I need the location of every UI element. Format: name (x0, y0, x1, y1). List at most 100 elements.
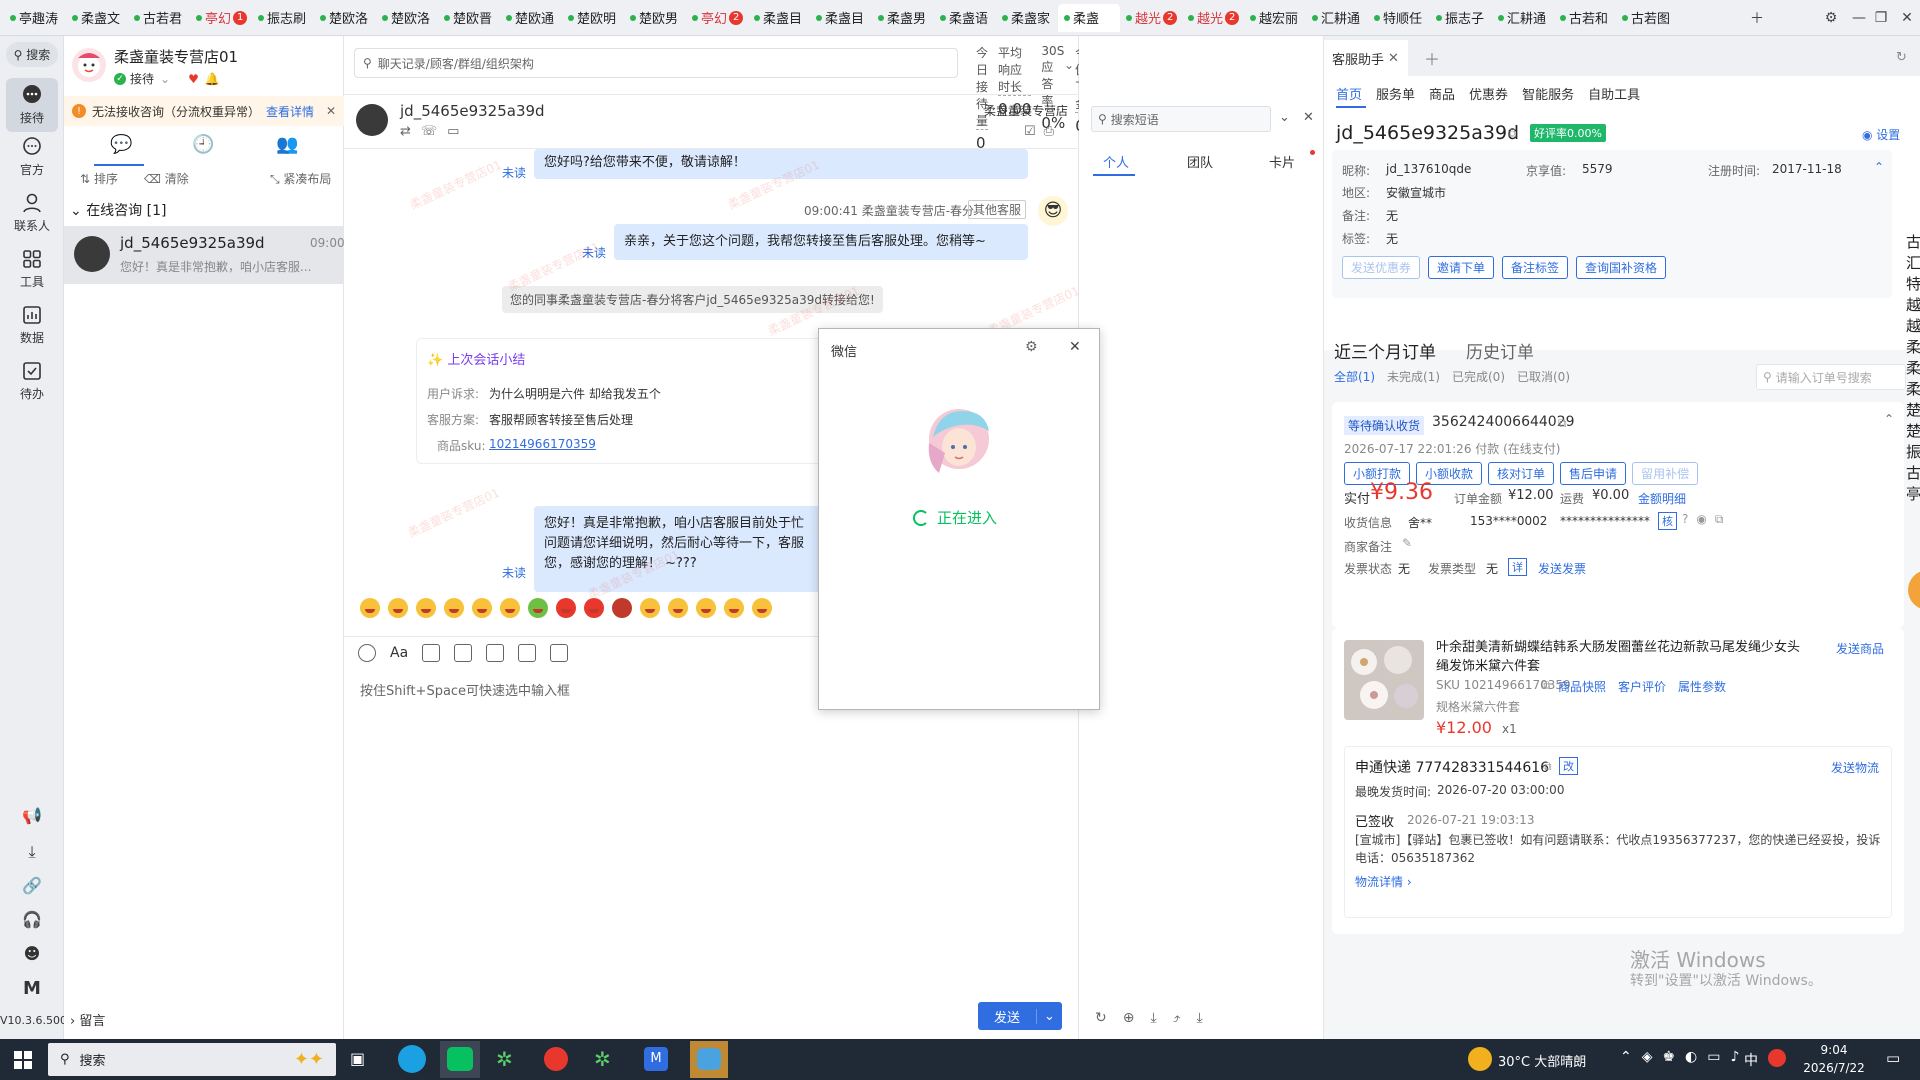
rail-official[interactable]: 官方 (6, 136, 58, 178)
tray-icons[interactable]: ⌃◈♚◐▭♪ (1620, 1049, 1749, 1065)
download-icon[interactable]: ⤓ (6, 842, 58, 862)
compact-layout-button[interactable]: ⤡ 紧凑布局 (270, 170, 331, 187)
global-search-input[interactable]: ⚲ 聊天记录/顾客/群组/组织架构 (354, 48, 958, 78)
emoji-icon[interactable] (668, 598, 688, 618)
font-icon[interactable]: Aa (390, 645, 408, 661)
notification-icon[interactable]: ▭ (1886, 1049, 1900, 1067)
app-star-icon-2[interactable]: ✲ (594, 1047, 611, 1071)
logistics-edit-tag[interactable]: 改 (1559, 757, 1578, 775)
app-m-icon[interactable]: M (644, 1047, 668, 1071)
store-tab[interactable]: 亭幻 1 (190, 4, 252, 32)
send-product-link[interactable]: 发送商品 (1836, 640, 1884, 657)
emoji-picker-icon[interactable] (358, 644, 376, 662)
image-icon[interactable] (422, 644, 441, 662)
side-store-char[interactable]: 柔 (1906, 337, 1920, 358)
phrase-search-input[interactable]: ⚲ 搜索短语 (1091, 106, 1271, 132)
store-tab[interactable]: 楚欧通 (500, 4, 562, 32)
warning-detail-link[interactable]: 查看详情 (266, 103, 314, 120)
megaphone-icon[interactable]: 📢 (6, 806, 58, 825)
store-tab[interactable]: 柔盏目 (810, 4, 872, 32)
sort-button[interactable]: ⇅ 排序 (80, 170, 118, 187)
customer-action-button[interactable]: 发送优惠券 (1342, 256, 1421, 279)
order-filter-tab[interactable]: 未完成(1) (1387, 368, 1440, 385)
conversation-item[interactable]: jd_5465e9325a39d 09:00 您好！真是非常抱歉，咱小店客服..… (64, 226, 345, 284)
side-store-char[interactable]: 特 (1906, 274, 1920, 295)
task-view-icon[interactable]: ▣ (350, 1049, 365, 1068)
side-store-char[interactable]: 柔 (1906, 379, 1920, 400)
order-action-button[interactable]: 核对订单 (1488, 462, 1555, 485)
emoji-icon[interactable] (752, 598, 772, 618)
settings-link[interactable]: ◉ 设置 (1862, 126, 1900, 143)
close-icon[interactable]: ✕ (1388, 51, 1399, 66)
status-selector[interactable]: ✓ 接待 ⌄ ♥ 🔔 (114, 70, 220, 87)
settings-icon[interactable]: ⚙ (1816, 0, 1846, 35)
copy-icon[interactable]: ⧉ (1508, 126, 1517, 141)
app-tray-icon[interactable] (1768, 1049, 1786, 1067)
jd-app-task[interactable] (690, 1041, 728, 1078)
emoji-icon[interactable] (696, 598, 716, 618)
store-tab[interactable]: 柔盏语 (934, 4, 996, 32)
chevron-down-icon[interactable]: ⌄ (1036, 1008, 1062, 1024)
emoji-icon[interactable] (388, 598, 408, 618)
store-tab[interactable]: 汇耕通 (1492, 4, 1554, 32)
rail-search-button[interactable]: ⚲ 搜索 (6, 42, 58, 67)
send-button[interactable]: 发送 ⌄ (978, 1002, 1062, 1030)
store-tab[interactable]: 越宏丽 (1244, 4, 1306, 32)
assistant-nav-item[interactable]: 服务单 (1376, 84, 1415, 103)
product-snapshot-link[interactable]: 商品快照 (1558, 678, 1606, 695)
bell-icon[interactable]: 🔔 (205, 72, 220, 86)
emoji-icon[interactable] (584, 598, 604, 618)
product-image[interactable] (1344, 640, 1424, 720)
collapse-icon[interactable]: ⌄ (1279, 110, 1290, 125)
close-icon[interactable]: ✕ (326, 104, 336, 118)
clear-button[interactable]: ⌫ 清除 (144, 170, 189, 187)
chat-header-actions[interactable]: ⇄☏▭ (400, 124, 469, 139)
video-icon[interactable] (454, 644, 473, 662)
emoji-icon[interactable] (416, 598, 436, 618)
emoji-icon[interactable] (500, 598, 520, 618)
robot-icon[interactable]: ☻ (6, 944, 58, 963)
assistant-nav-item[interactable]: 智能服务 (1522, 84, 1574, 103)
amount-detail-link[interactable]: 金额明细 (1638, 490, 1686, 507)
calculator-icon[interactable] (550, 644, 569, 662)
close-window-button[interactable]: ✕ (1892, 0, 1920, 35)
ime-indicator[interactable]: 中 (1744, 1050, 1758, 1070)
add-tab-icon[interactable]: ＋ (1424, 46, 1440, 70)
online-consult-header[interactable]: ⌄ 在线咨询 [1] (70, 200, 166, 220)
add-tab-button[interactable]: ＋ (1742, 0, 1772, 35)
store-tab[interactable]: 越光 2 (1182, 4, 1244, 32)
close-icon[interactable]: ✕ (1303, 110, 1314, 125)
recent-orders-title[interactable]: 近三个月订单 (1334, 338, 1436, 363)
store-tab[interactable]: 亭幻 2 (686, 4, 748, 32)
side-store-char[interactable]: 柔 (1906, 358, 1920, 379)
customer-action-button[interactable]: 备注标签 (1502, 256, 1569, 279)
edge-icon[interactable] (398, 1045, 426, 1073)
emoji-icon[interactable] (724, 598, 744, 618)
rail-reception[interactable]: 接待 (6, 78, 58, 132)
side-store-char[interactable]: 古 (1906, 463, 1920, 484)
assistant-nav-item[interactable]: 商品 (1429, 84, 1455, 103)
taskbar-search[interactable]: ⚲ 搜索 ✦✦ (48, 1043, 336, 1076)
side-store-char[interactable]: 亭 (1906, 484, 1920, 505)
store-tab[interactable]: 古若和 (1554, 4, 1616, 32)
history-clock-icon[interactable]: 🕘 (192, 134, 214, 155)
emoji-icon[interactable] (528, 598, 548, 618)
rail-contacts[interactable]: 联系人 (6, 192, 58, 234)
chat-header-icons[interactable]: ☑⎙ (1024, 124, 1062, 139)
store-tab[interactable]: 柔盏 (1058, 3, 1120, 32)
link-icon[interactable]: 🔗 (6, 876, 58, 895)
sku-link[interactable]: 10214966170359 (489, 437, 596, 451)
clock-date[interactable]: 2026/7/22 (1796, 1061, 1872, 1075)
store-tab[interactable]: 柔盏家 (996, 4, 1058, 32)
rail-tools[interactable]: 工具 (6, 248, 58, 290)
receiver-icons[interactable]: ?◉⧉ (1682, 512, 1731, 527)
message-input[interactable]: 按住Shift+Space可快速选中输入框 (360, 680, 570, 699)
edit-icon[interactable]: ✎ (1402, 536, 1412, 550)
store-tab[interactable]: 亭趣涛 (4, 4, 66, 32)
chevron-up-icon[interactable]: ⌃ (1874, 160, 1884, 174)
copy-icon[interactable]: ⧉ (1543, 759, 1552, 774)
history-orders-tab[interactable]: 历史订单 (1466, 338, 1534, 363)
store-tab[interactable]: 楚欧男 (624, 4, 686, 32)
copy-icon[interactable]: ⧉ (1558, 416, 1567, 431)
assistant-nav-item[interactable]: 优惠券 (1469, 84, 1508, 103)
